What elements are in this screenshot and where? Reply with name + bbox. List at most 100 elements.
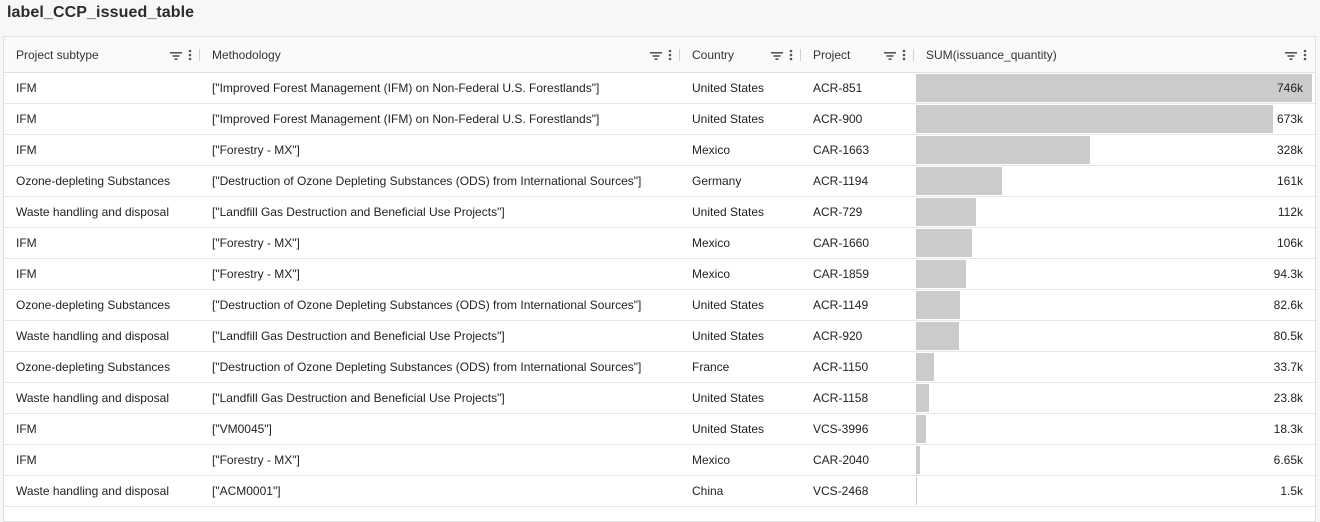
cell-project-subtype: IFM xyxy=(4,103,200,135)
cell-sum-issuance-quantity: 23.8k xyxy=(914,382,1315,414)
value-bar xyxy=(916,229,973,257)
data-table: Project subtype Methodology Country Project… xyxy=(3,36,1316,522)
cell-country: Mexico xyxy=(680,444,801,476)
table-row[interactable]: Waste handling and disposal ["Landfill Ga… xyxy=(4,196,1315,228)
column-header-inner: Project subtype xyxy=(4,37,200,72)
value-label: 328k xyxy=(1276,143,1303,157)
cell-methodology: ["Improved Forest Management (IFM) on No… xyxy=(200,103,680,135)
cell-sum-issuance-quantity: 673k xyxy=(914,103,1315,135)
filter-icon[interactable] xyxy=(771,50,783,60)
more-options-icon[interactable] xyxy=(668,49,672,61)
cell-country: Mexico xyxy=(680,227,801,259)
cell-project-subtype: Ozone-depleting Substances xyxy=(4,289,200,321)
value-label: 94.3k xyxy=(1273,267,1303,281)
table-row[interactable]: IFM ["VM0045"] United States VCS-3996 18.3k xyxy=(4,413,1315,445)
filter-icon[interactable] xyxy=(884,50,896,60)
more-options-icon[interactable] xyxy=(188,49,192,61)
cell-project: ACR-920 xyxy=(801,320,914,352)
value-label: 6.65k xyxy=(1273,453,1303,467)
more-options-icon[interactable] xyxy=(789,49,793,61)
cell-sum-issuance-quantity: 112k xyxy=(914,196,1315,228)
cell-sum-issuance-quantity: 82.6k xyxy=(914,289,1315,321)
column-header-country[interactable]: Country xyxy=(680,37,801,73)
cell-project-subtype: IFM xyxy=(4,444,200,476)
table-row[interactable]: IFM ["Forestry - MX"] Mexico CAR-1663 328k xyxy=(4,134,1315,166)
column-header-icons xyxy=(170,49,192,61)
value-label: 673k xyxy=(1276,112,1303,126)
column-header-label[interactable]: Project xyxy=(813,48,884,62)
value-bar xyxy=(916,105,1274,133)
cell-project: CAR-1660 xyxy=(801,227,914,259)
table-row[interactable]: Waste handling and disposal ["Landfill Ga… xyxy=(4,320,1315,352)
cell-country: United States xyxy=(680,196,801,228)
value-bar xyxy=(916,260,967,288)
cell-country: Mexico xyxy=(680,258,801,290)
column-header-project-subtype[interactable]: Project subtype xyxy=(4,37,200,73)
column-header-icons xyxy=(1285,49,1307,61)
value-label: 33.7k xyxy=(1273,360,1303,374)
cell-methodology: ["Landfill Gas Destruction and Beneficia… xyxy=(200,320,680,352)
table-row[interactable]: Ozone-depleting Substances ["Destruction … xyxy=(4,289,1315,321)
value-label: 161k xyxy=(1276,174,1303,188)
table-row[interactable]: IFM ["Forestry - MX"] Mexico CAR-2040 6.65k xyxy=(4,444,1315,476)
column-header-label[interactable]: SUM(issuance_quantity) xyxy=(926,48,1285,62)
value-label: 106k xyxy=(1276,236,1303,250)
cell-methodology: ["Destruction of Ozone Depleting Substan… xyxy=(200,289,680,321)
cell-sum-issuance-quantity: 94.3k xyxy=(914,258,1315,290)
cell-project-subtype: Waste handling and disposal xyxy=(4,382,200,414)
column-header-project[interactable]: Project xyxy=(801,37,914,73)
cell-project: ACR-729 xyxy=(801,196,914,228)
cell-methodology: ["Improved Forest Management (IFM) on No… xyxy=(200,72,680,104)
cell-project-subtype: Ozone-depleting Substances xyxy=(4,165,200,197)
filter-icon[interactable] xyxy=(1285,50,1297,60)
cell-country: Germany xyxy=(680,165,801,197)
cell-sum-issuance-quantity: 6.65k xyxy=(914,444,1315,476)
cell-methodology: ["Landfill Gas Destruction and Beneficia… xyxy=(200,196,680,228)
cell-project-subtype: Ozone-depleting Substances xyxy=(4,351,200,383)
cell-project: VCS-3996 xyxy=(801,413,914,445)
panel-title: label_CCP_issued_table xyxy=(7,4,195,21)
column-header-label[interactable]: Project subtype xyxy=(16,48,170,62)
table-row[interactable]: IFM ["Forestry - MX"] Mexico CAR-1859 94.3k xyxy=(4,258,1315,290)
filter-icon[interactable] xyxy=(170,50,182,60)
cell-sum-issuance-quantity: 746k xyxy=(914,72,1315,104)
table-row[interactable]: Waste handling and disposal ["Landfill Ga… xyxy=(4,382,1315,414)
table-row[interactable]: Waste handling and disposal ["ACM0001"] Ch… xyxy=(4,475,1315,507)
cell-country: United States xyxy=(680,320,801,352)
cell-sum-issuance-quantity: 33.7k xyxy=(914,351,1315,383)
value-bar xyxy=(916,415,926,443)
table-row[interactable]: IFM ["Improved Forest Management (IFM) on… xyxy=(4,103,1315,135)
cell-methodology: ["Forestry - MX"] xyxy=(200,227,680,259)
cell-country: France xyxy=(680,351,801,383)
table-row[interactable]: IFM ["Forestry - MX"] Mexico CAR-1660 106k xyxy=(4,227,1315,259)
filter-icon[interactable] xyxy=(650,50,662,60)
value-label: 23.8k xyxy=(1273,391,1303,405)
column-header-methodology[interactable]: Methodology xyxy=(200,37,680,73)
column-header-inner: SUM(issuance_quantity) xyxy=(914,37,1315,72)
more-options-icon[interactable] xyxy=(902,49,906,61)
column-header-icons xyxy=(884,49,906,61)
cell-project-subtype: Waste handling and disposal xyxy=(4,320,200,352)
cell-project: CAR-1663 xyxy=(801,134,914,166)
value-bar xyxy=(916,446,920,474)
more-options-icon[interactable] xyxy=(1303,49,1307,61)
cell-methodology: ["ACM0001"] xyxy=(200,475,680,507)
cell-methodology: ["VM0045"] xyxy=(200,413,680,445)
column-header-icons xyxy=(771,49,793,61)
table-row[interactable]: Ozone-depleting Substances ["Destruction … xyxy=(4,165,1315,197)
table-row[interactable]: Ozone-depleting Substances ["Destruction … xyxy=(4,351,1315,383)
table-body: IFM ["Improved Forest Management (IFM) on… xyxy=(4,72,1315,507)
cell-project-subtype: IFM xyxy=(4,72,200,104)
cell-project: ACR-851 xyxy=(801,72,914,104)
cell-sum-issuance-quantity: 1.5k xyxy=(914,475,1315,507)
value-bar xyxy=(916,477,917,505)
value-bar xyxy=(916,167,1002,195)
table-row[interactable]: IFM ["Improved Forest Management (IFM) on… xyxy=(4,72,1315,104)
column-header-label[interactable]: Country xyxy=(692,48,771,62)
cell-methodology: ["Forestry - MX"] xyxy=(200,258,680,290)
column-header-sum-issuance-quantity[interactable]: SUM(issuance_quantity) xyxy=(914,37,1315,73)
column-header-label[interactable]: Methodology xyxy=(212,48,650,62)
value-label: 112k xyxy=(1277,205,1303,219)
table: Project subtype Methodology Country Project… xyxy=(4,37,1315,507)
cell-project: CAR-1859 xyxy=(801,258,914,290)
